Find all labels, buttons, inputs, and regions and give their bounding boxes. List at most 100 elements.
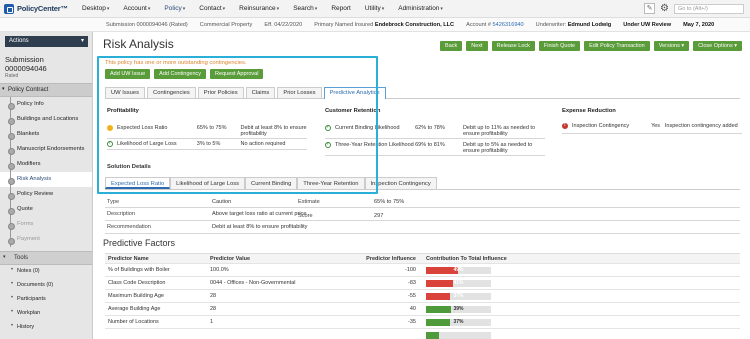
app-logo[interactable]: PolicyCenter™	[0, 3, 75, 14]
search-input[interactable]: Go to (Alt+/)	[674, 3, 744, 14]
contribution-cell: 41%	[420, 279, 560, 287]
chevron-down-icon: ▾	[147, 6, 151, 12]
chevron-down-icon: ▾	[381, 6, 385, 12]
submission-title: Submission 0000094046	[5, 55, 47, 73]
row-note: Debit up to 11% as needed to ensure prof…	[462, 125, 536, 137]
predictor-name: Number of Locations	[108, 319, 159, 325]
sidebar-item-manuscript-endorsements[interactable]: Manuscript Endorsements	[0, 142, 92, 157]
contribution-cell: 49%	[420, 266, 560, 274]
column-header[interactable]: Predictor Name	[105, 256, 207, 262]
next-button[interactable]: Next	[466, 41, 488, 51]
release-lock-button[interactable]: Release Lock	[491, 41, 535, 51]
contribution-bar	[426, 331, 491, 339]
submission-label[interactable]: Submission 0000094046 (Rated)	[106, 22, 188, 28]
predictor-value: 100.0%	[210, 267, 229, 273]
contribution-label: 37%	[453, 292, 464, 299]
row-range: 69% to 81%	[415, 142, 445, 148]
page-title: Risk Analysis	[103, 37, 174, 51]
menu-item-label: Contact	[199, 5, 222, 12]
highlight-box	[97, 56, 378, 194]
gear-icon[interactable]: ⚙	[660, 3, 669, 14]
main-menu: Desktop▾ Account▾ Policy▾ Contact▾ Reinsuran…	[75, 5, 450, 12]
contribution-label: 37%	[453, 318, 464, 325]
eff-label: Eff.	[264, 21, 273, 28]
menu-item-desktop[interactable]: Desktop▾	[75, 5, 116, 12]
alert-icon	[562, 122, 568, 129]
contribution-cell: 39%	[420, 305, 560, 313]
predictor-name: Class Code Description	[108, 280, 166, 286]
sidebar-item-policy-info[interactable]: Policy Info	[0, 97, 92, 112]
edit-transaction-button[interactable]: Edit Policy Transaction	[584, 41, 650, 51]
column-header[interactable]: Predictor Influence	[307, 256, 420, 262]
toolbar: Back Next Release Lock Finish Quote Edit…	[440, 41, 742, 51]
chevron-down-icon: ▾	[222, 6, 226, 12]
sidebar-item-quote[interactable]: Quote	[0, 202, 92, 217]
predictor-value: 1	[210, 319, 214, 325]
versions-button[interactable]: Versions	[653, 41, 690, 51]
estimate-label: Estimate	[298, 199, 320, 205]
sidebar: Actions Submission 0000094046 Rated Poli…	[0, 32, 93, 339]
menu-item-contact[interactable]: Contact▾	[192, 5, 232, 12]
tool-item[interactable]: Participants	[0, 293, 92, 307]
tool-item[interactable]: History	[0, 321, 92, 335]
menu-item-label: Reinsurance	[239, 5, 276, 12]
sidebar-item-blankets[interactable]: Blankets	[0, 127, 92, 142]
row-note: Inspection contingency added	[664, 123, 738, 129]
menu-item-search[interactable]: Search▾	[286, 5, 324, 12]
insured-name: Endebrock Construction, LLC	[374, 21, 455, 28]
status-badge: Under UW Review	[623, 21, 672, 28]
back-button[interactable]: Back	[440, 41, 463, 51]
menu-item-label: Search	[293, 5, 314, 12]
contribution-bar-fill	[426, 331, 439, 339]
estimate-value: 65% to 75%	[374, 199, 405, 205]
menu-item-label: Policy	[164, 5, 182, 12]
sidebar-item-policy-review[interactable]: Policy Review	[0, 187, 92, 202]
underwriter-name: Edmund Lodwig	[567, 21, 612, 28]
close-options-button[interactable]: Close Options	[693, 41, 742, 51]
main-content: Risk Analysis Back Next Release Lock Fin…	[94, 32, 750, 339]
current-date: May 7, 2020	[683, 21, 715, 28]
column-header[interactable]: Contribution To Total Influence	[420, 256, 560, 262]
tool-item[interactable]: Workplan	[0, 307, 92, 321]
sidebar-section-tools[interactable]: Tools	[0, 251, 92, 265]
table-header: Predictor Name Predictor Value Predictor…	[105, 253, 740, 264]
recommendation-value: Debit at least 8% to ensure profitabilit…	[212, 224, 308, 230]
tool-item[interactable]: Notes (0)	[0, 265, 92, 279]
menu-item-utility[interactable]: Utility▾	[358, 5, 391, 12]
actions-button[interactable]: Actions	[5, 36, 88, 47]
sidebar-item-buildings-and-locations[interactable]: Buildings and Locations	[0, 112, 92, 127]
submission-status: Rated	[5, 73, 19, 79]
sidebar-item-payment[interactable]: Payment	[0, 232, 92, 247]
sidebar-item-forms[interactable]: Forms	[0, 217, 92, 232]
chevron-down-icon: ▾	[106, 6, 110, 12]
predictor-value: 28	[210, 306, 217, 312]
menu-item-reinsurance[interactable]: Reinsurance▾	[232, 5, 286, 12]
tool-item[interactable]: Documents (0)	[0, 279, 92, 293]
score-label: Score	[298, 213, 313, 219]
table-row: Number of Locations 1 -35 37%	[105, 316, 740, 329]
contribution-bar: 39%	[426, 305, 491, 313]
menu-item-policy[interactable]: Policy▾	[157, 5, 192, 12]
contribution-bar: 37%	[426, 318, 491, 326]
logo-icon	[4, 3, 14, 14]
sidebar-item-risk-analysis[interactable]: Risk Analysis	[0, 172, 92, 187]
predictive-factors-heading: Predictive Factors	[103, 238, 176, 248]
menu-item-label: Administration	[398, 5, 440, 12]
account-link[interactable]: 5426316940	[493, 22, 524, 28]
column-header[interactable]: Predictor Value	[207, 256, 307, 262]
finish-quote-button[interactable]: Finish Quote	[538, 41, 581, 51]
edit-icon[interactable]: ✎	[644, 3, 656, 14]
menu-item-account[interactable]: Account▾	[116, 5, 157, 12]
contribution-label: 39%	[453, 305, 464, 312]
contribution-label: 49%	[453, 266, 464, 273]
description-value: Above target loss ratio at current price	[212, 211, 307, 217]
contribution-bar: 49%	[426, 266, 491, 274]
menu-item-administration[interactable]: Administration▾	[391, 5, 450, 12]
menu-item-label: Desktop	[82, 5, 106, 12]
predictor-influence: -100	[404, 267, 416, 273]
menu-item-report[interactable]: Report	[324, 5, 358, 12]
sidebar-item-modifiers[interactable]: Modifiers	[0, 157, 92, 172]
sidebar-section-policy-contract[interactable]: Policy Contract	[0, 83, 92, 97]
contribution-label: 41%	[453, 279, 464, 286]
type-value: Caution	[212, 199, 232, 205]
